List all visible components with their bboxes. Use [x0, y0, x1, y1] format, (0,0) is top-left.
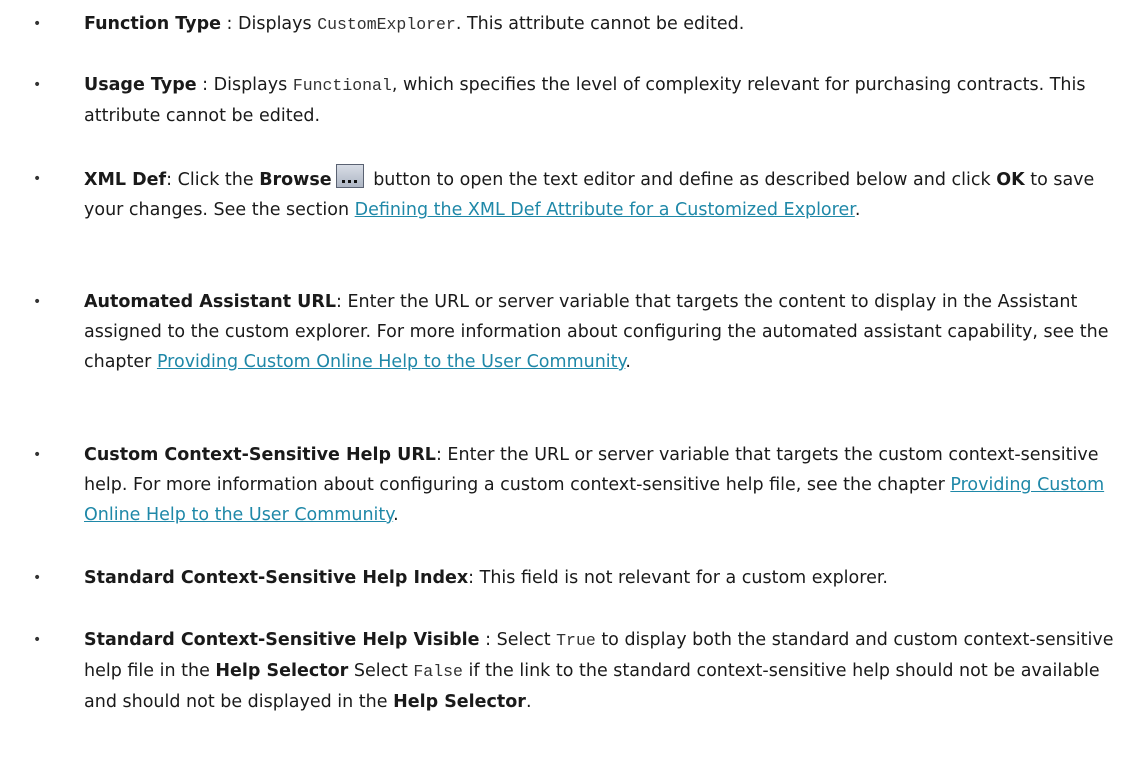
item-text: XML Def: Click the Browse button to open… [84, 164, 1129, 225]
item-text: Custom Context-Sensitive Help URL: Enter… [84, 445, 1105, 525]
link-xml-def-attribute[interactable]: Defining the XML Def Attribute for a Cus… [355, 200, 855, 220]
term-label: Standard Context-Sensitive Help Index [84, 568, 469, 588]
term-label: Standard Context-Sensitive Help Visible [84, 630, 480, 650]
bullet: • [33, 570, 42, 586]
code-value: True [556, 631, 596, 650]
bullet: • [33, 447, 42, 463]
help-selector-label: Help Selector [215, 661, 349, 681]
item-text: Automated Assistant URL: Enter the URL o… [84, 292, 1109, 372]
item-text: Standard Context-Sensitive Help Index: T… [84, 568, 888, 588]
bullet: • [33, 632, 42, 648]
browse-label: Browse [259, 170, 332, 190]
code-value: False [413, 662, 463, 681]
item-text: Usage Type : Displays Functional, which … [84, 75, 1086, 126]
bullet: • [33, 77, 42, 93]
bullet: • [33, 16, 42, 32]
item-text: Function Type : Displays CustomExplorer.… [84, 14, 745, 34]
code-value: CustomExplorer [317, 15, 456, 34]
bullet: • [33, 294, 42, 310]
bullet: • [33, 171, 42, 187]
term-label: Usage Type [84, 75, 197, 95]
ok-label: OK [996, 170, 1025, 190]
browse-button-icon [335, 164, 364, 188]
term-label: Custom Context-Sensitive Help URL [84, 445, 436, 465]
link-custom-online-help[interactable]: Providing Custom Online Help to the User… [157, 352, 625, 372]
code-value: Functional [292, 76, 392, 95]
help-selector-label: Help Selector [393, 692, 526, 712]
term-label: Automated Assistant URL [84, 292, 337, 312]
item-text: Standard Context-Sensitive Help Visible … [84, 630, 1114, 712]
term-label: Function Type [84, 14, 221, 34]
term-label: XML Def [84, 170, 167, 190]
